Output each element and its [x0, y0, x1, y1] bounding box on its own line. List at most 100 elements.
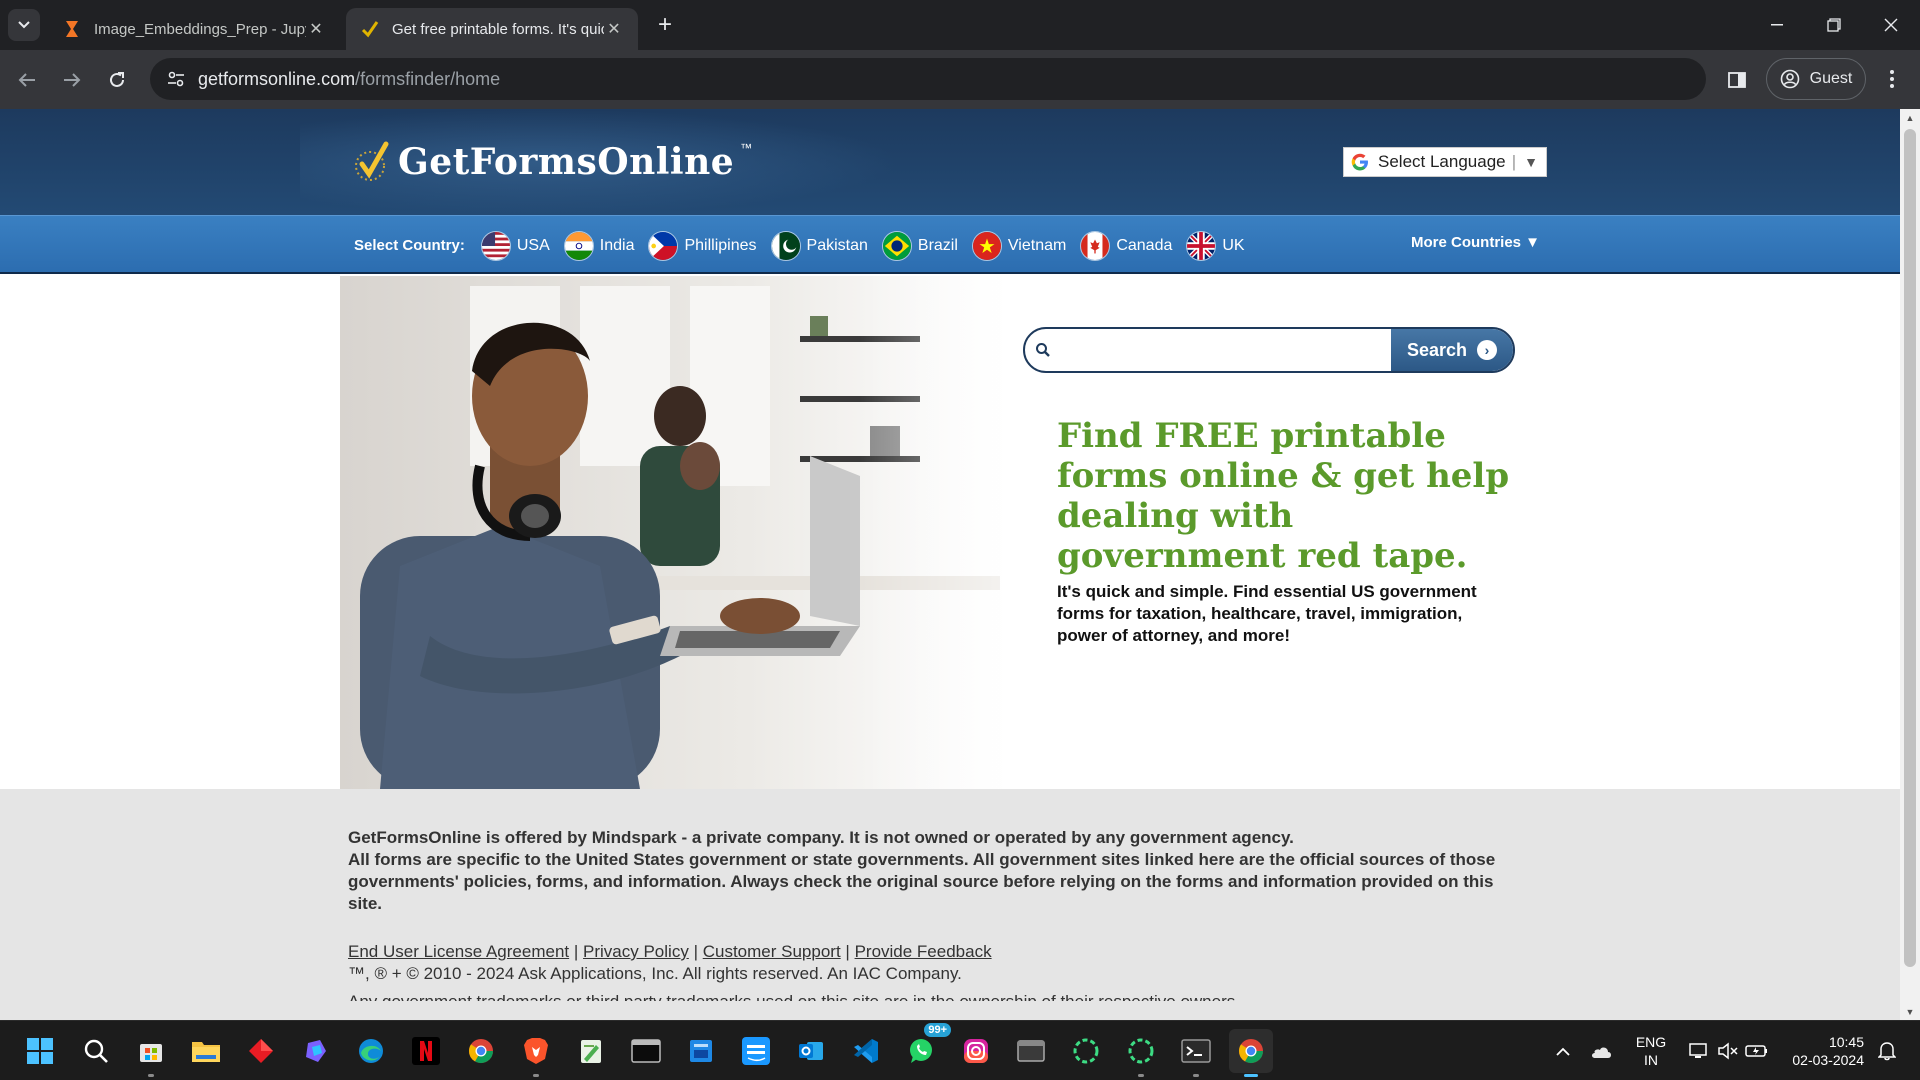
search-icon [1025, 329, 1061, 371]
onedrive-tray-button[interactable] [1586, 1021, 1616, 1080]
more-countries-dropdown[interactable]: More Countries ▼ [1411, 234, 1540, 251]
close-tab-icon[interactable]: ✕ [306, 19, 326, 39]
tab-jupyter[interactable]: Image_Embeddings_Prep - Jupyter ✕ [48, 8, 340, 50]
netflix-app[interactable] [404, 1029, 448, 1073]
search-input[interactable] [1061, 329, 1391, 371]
loading-app[interactable] [1064, 1029, 1108, 1073]
show-hidden-icons-button[interactable] [1548, 1021, 1578, 1080]
logo-check-icon [355, 141, 389, 181]
country-bar: Select Country: USA India Phillipines Pa… [0, 215, 1900, 274]
netflix-icon [412, 1037, 440, 1065]
taskbar-search-button[interactable] [74, 1029, 118, 1073]
country-usa[interactable]: USA [480, 230, 550, 261]
eula-link[interactable]: End User License Agreement [348, 942, 569, 961]
country-philippines[interactable]: Phillipines [648, 230, 757, 261]
country-vietnam[interactable]: Vietnam [971, 230, 1066, 261]
chrome-active-app[interactable] [1229, 1029, 1273, 1077]
brazil-flag-icon [881, 230, 912, 261]
edge-app[interactable] [349, 1029, 393, 1073]
clock-date: 02-03-2024 [1792, 1052, 1864, 1068]
language-select-label: Select Language [1378, 152, 1506, 171]
customer-support-link[interactable]: Customer Support [703, 942, 841, 961]
tab-search-button[interactable] [8, 9, 40, 41]
battery-tray-button[interactable] [1742, 1021, 1772, 1080]
vscode-app[interactable] [844, 1029, 888, 1073]
country-brazil[interactable]: Brazil [881, 230, 958, 261]
network-icon [1689, 1043, 1707, 1058]
close-tab-icon[interactable]: ✕ [604, 19, 624, 39]
language-indicator[interactable]: ENG IN [1628, 1021, 1674, 1080]
side-panel-button[interactable] [1723, 66, 1751, 94]
provide-feedback-link[interactable]: Provide Feedback [855, 942, 992, 961]
profile-button[interactable]: Guest [1766, 58, 1866, 100]
link-separator: | [845, 942, 850, 961]
chevron-down-icon [18, 21, 30, 29]
country-india[interactable]: India [563, 230, 635, 261]
battery-charging-icon [1745, 1045, 1767, 1057]
country-name: India [599, 236, 635, 254]
pakistan-flag-icon [770, 230, 801, 261]
terminal-app[interactable] [624, 1029, 668, 1073]
running-indicator [1193, 1074, 1199, 1077]
forward-button[interactable] [55, 63, 89, 97]
vietnam-flag-icon [971, 230, 1002, 261]
reload-button[interactable] [100, 63, 134, 97]
clock-time: 10:45 [1828, 1034, 1864, 1050]
page-scrollbar[interactable]: ▲ ▼ [1900, 109, 1920, 1020]
country-pakistan[interactable]: Pakistan [770, 230, 868, 261]
country-uk[interactable]: UK [1186, 230, 1245, 261]
blue-app[interactable] [679, 1029, 723, 1073]
app-blue-icon [690, 1040, 712, 1062]
brave-app[interactable] [514, 1029, 558, 1077]
site-info-icon[interactable] [164, 67, 188, 91]
scrollbar-thumb[interactable] [1904, 129, 1916, 967]
scroll-down-arrow-icon[interactable]: ▼ [1900, 1003, 1920, 1020]
language-select[interactable]: Select Language | ▼ [1343, 147, 1547, 177]
notifications-button[interactable] [1872, 1021, 1902, 1080]
whatsapp-app[interactable]: 99+ [899, 1023, 951, 1073]
outlook-app[interactable] [789, 1029, 833, 1073]
new-tab-button[interactable]: + [650, 10, 680, 40]
file-explorer-app[interactable] [184, 1029, 228, 1073]
red-app[interactable] [239, 1029, 283, 1073]
volume-tray-button[interactable] [1714, 1021, 1742, 1080]
close-window-button[interactable] [1862, 0, 1920, 50]
scroll-up-arrow-icon[interactable]: ▲ [1900, 109, 1920, 126]
country-canada[interactable]: Canada [1080, 230, 1172, 261]
notepad-icon [581, 1040, 601, 1063]
microsoft-store-app[interactable] [129, 1029, 173, 1077]
tab-title: Image_Embeddings_Prep - Jupyter [94, 20, 306, 38]
microsoft-store-icon [140, 1044, 162, 1062]
terminal-2-app[interactable] [1174, 1029, 1218, 1077]
copilot-app[interactable] [294, 1029, 338, 1073]
chrome-app[interactable] [459, 1029, 503, 1073]
network-tray-button[interactable] [1684, 1021, 1714, 1080]
logo-trademark: ™ [740, 141, 753, 155]
start-button[interactable] [18, 1029, 62, 1073]
outlook-icon [799, 1042, 823, 1060]
loading-app-2[interactable] [1119, 1029, 1163, 1077]
site-footer: GetFormsOnline is offered by Mindspark -… [0, 789, 1900, 1020]
address-bar[interactable]: getformsonline.com/formsfinder/home [150, 58, 1706, 100]
country-name: Phillipines [684, 236, 757, 254]
logo-text: GetFormsOnline [398, 141, 735, 183]
back-button[interactable] [10, 63, 44, 97]
prime-video-app[interactable] [734, 1029, 778, 1073]
country-name: USA [516, 236, 550, 254]
browser-menu-button[interactable] [1880, 64, 1904, 94]
site-logo[interactable]: GetFormsOnline ™ [354, 137, 752, 187]
search-button[interactable]: Search › [1391, 329, 1513, 371]
copilot-icon [306, 1040, 326, 1062]
clock[interactable]: 10:45 02-03-2024 [1784, 1021, 1864, 1080]
minimize-button[interactable] [1748, 0, 1806, 50]
country-name: Pakistan [806, 236, 868, 254]
restore-button[interactable] [1805, 0, 1863, 50]
privacy-policy-link[interactable]: Privacy Policy [583, 942, 689, 961]
canada-flag-icon [1080, 230, 1111, 261]
window-app[interactable] [1009, 1029, 1053, 1073]
instagram-app[interactable] [954, 1029, 998, 1073]
site-header: GetFormsOnline ™ Select Language | ▼ [0, 109, 1900, 215]
loading-app-2-icon [1128, 1038, 1154, 1064]
notepad-app[interactable] [569, 1029, 613, 1073]
tab-getformsonline[interactable]: Get free printable forms. It's quick ✕ [346, 8, 638, 50]
